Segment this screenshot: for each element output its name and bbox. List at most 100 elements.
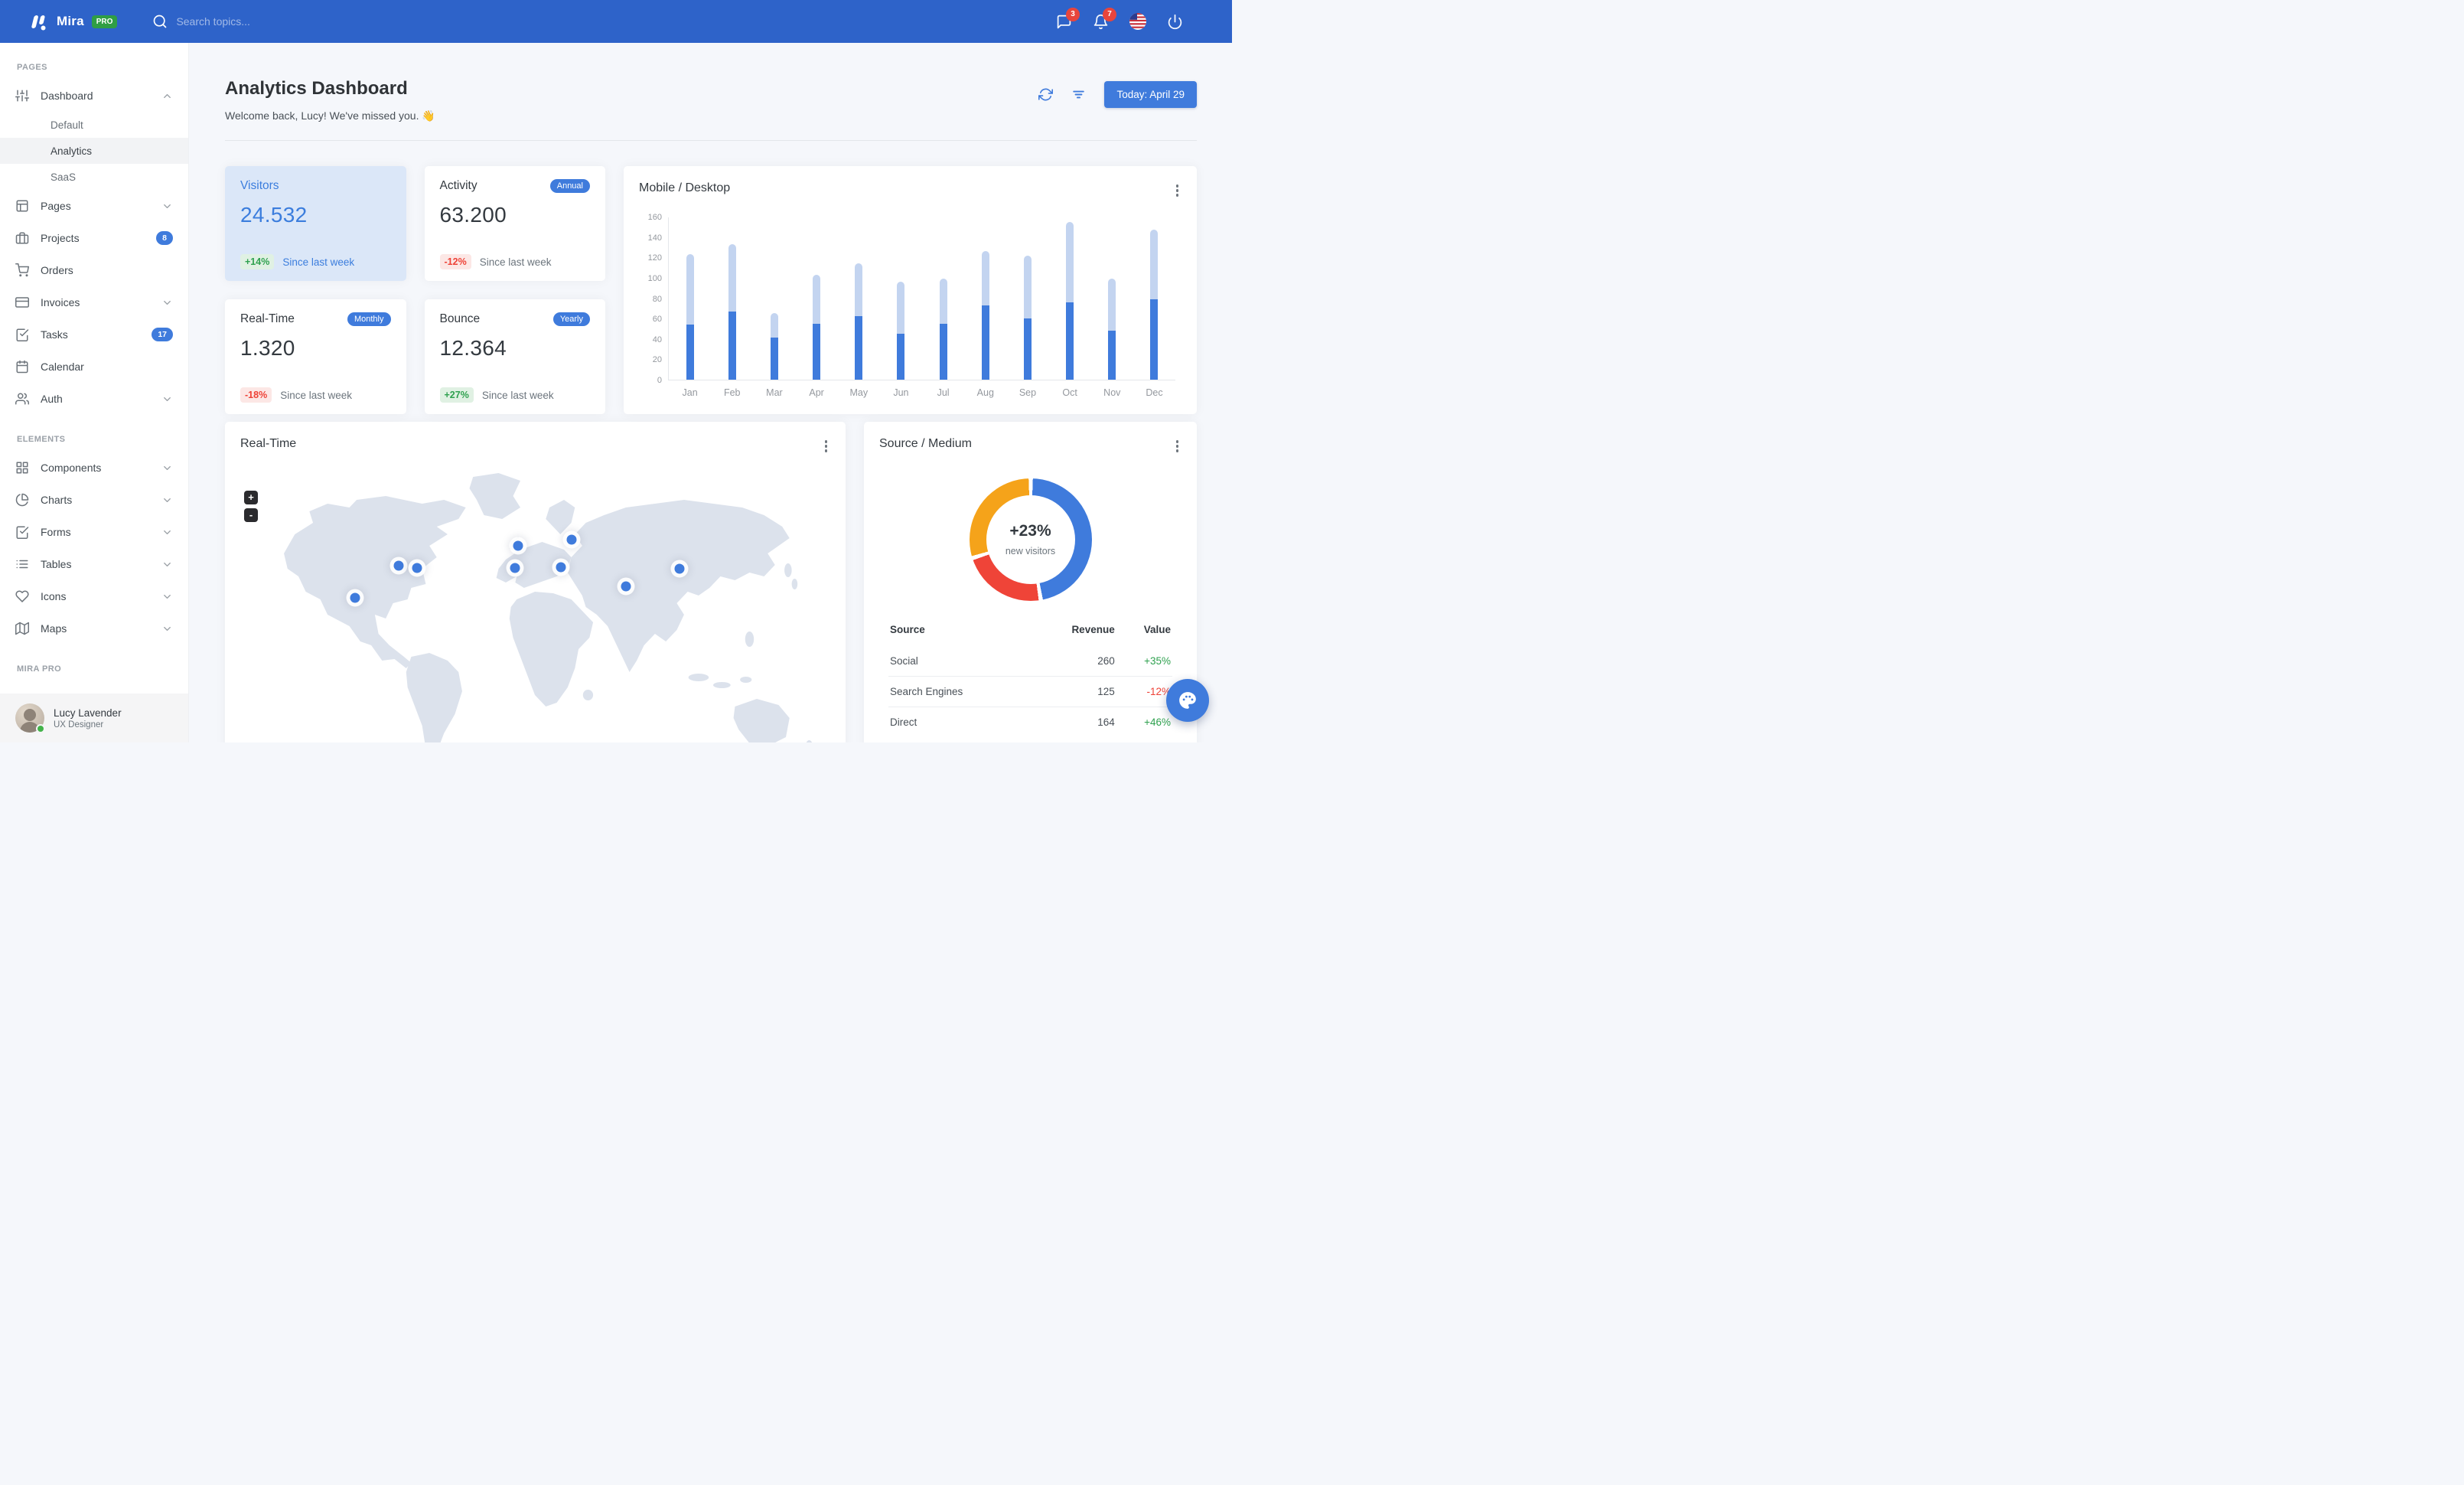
map-marker[interactable]: [393, 560, 404, 570]
layout-icon: [15, 199, 29, 213]
navbar-actions: 3 7: [1056, 7, 1183, 30]
chevron-down-icon: [161, 623, 173, 635]
delta-badge: -18%: [240, 387, 272, 403]
delta-badge: -12%: [439, 254, 471, 269]
sidebar-item-invoices[interactable]: Invoices: [0, 286, 188, 318]
map-zoom-out-button[interactable]: -: [244, 508, 258, 522]
cell-revenue: 125: [1030, 675, 1116, 707]
top-navbar: Mira PRO 3 7: [0, 0, 1232, 43]
theme-settings-button[interactable]: [1166, 679, 1209, 722]
online-status-dot: [36, 724, 45, 733]
mobile-desktop-card: Mobile / Desktop 0 20 40 60 80 100 120 140 160 Ja…: [624, 166, 1197, 414]
stat-note: Since last week: [481, 389, 554, 401]
world-map-svg: [284, 472, 813, 742]
refresh-icon: [1038, 87, 1054, 102]
bar-mar: Mar: [753, 217, 795, 398]
notifications-button[interactable]: 7: [1093, 7, 1116, 30]
date-button[interactable]: Today: April 29: [1104, 81, 1197, 108]
donut-center-value: +23%: [1009, 522, 1051, 540]
sidebar-item-default[interactable]: Default: [0, 112, 188, 138]
sidebar-item-components[interactable]: Components: [0, 452, 188, 484]
briefcase-icon: [15, 231, 29, 245]
mobile-desktop-bar-chart: 0 20 40 60 80 100 120 140 160 Jan Feb Mar Apr May Jun J…: [639, 213, 1181, 402]
bar-nov: Nov: [1091, 217, 1133, 398]
bar-oct: Oct: [1049, 217, 1091, 398]
x-axis-label: Aug: [976, 387, 994, 398]
kebab-menu-icon[interactable]: [1173, 181, 1182, 200]
map-marker[interactable]: [621, 581, 631, 592]
refresh-button[interactable]: [1038, 87, 1054, 102]
map-marker[interactable]: [566, 534, 577, 544]
map-marker[interactable]: [412, 563, 422, 573]
bar-may: May: [838, 217, 880, 398]
sidebar-item-pages[interactable]: Pages: [0, 190, 188, 222]
cart-icon: [15, 263, 29, 277]
sidebar-item-calendar[interactable]: Calendar: [0, 351, 188, 383]
y-axis-tick: 120: [647, 253, 662, 263]
header-divider: [225, 140, 1197, 141]
sidebar-item-dashboard[interactable]: Dashboard: [0, 80, 188, 112]
cell-source: Direct: [888, 706, 1031, 737]
map-marker[interactable]: [674, 563, 685, 573]
chevron-down-icon: [161, 201, 173, 212]
sidebar-item-label: Charts: [41, 494, 73, 506]
table-row: Search Engines 125 -12%: [888, 675, 1172, 707]
sidebar-item-label: Icons: [41, 590, 67, 602]
sidebar-item-tasks[interactable]: Tasks 17: [0, 318, 188, 351]
x-axis-label: Dec: [1146, 387, 1163, 398]
mira-logo-icon: [28, 11, 49, 32]
page-title: Analytics Dashboard: [225, 78, 408, 99]
y-axis-tick: 80: [652, 294, 662, 304]
kebab-menu-icon[interactable]: [1173, 437, 1182, 455]
stat-card-visitors: Visitors 24.532 +14% Since last week: [225, 166, 406, 281]
sidebar-item-label: Projects: [41, 232, 80, 244]
search-icon: [152, 14, 168, 29]
map-marker[interactable]: [556, 562, 566, 572]
map-marker[interactable]: [350, 592, 360, 602]
pie-chart-icon: [15, 493, 29, 507]
sliders-icon: [15, 89, 29, 103]
stat-title: Visitors: [240, 179, 279, 192]
power-icon: [1167, 14, 1183, 30]
power-button[interactable]: [1167, 14, 1183, 30]
sidebar-item-tables[interactable]: Tables: [0, 548, 188, 580]
map-marker[interactable]: [510, 563, 520, 573]
y-axis-tick: 40: [652, 335, 662, 344]
map-marker[interactable]: [513, 540, 523, 550]
sidebar-item-saas[interactable]: SaaS: [0, 164, 188, 190]
stat-card-activity: Activity Annual 63.200 -12% Since last week: [424, 166, 605, 281]
stat-value: 12.364: [439, 336, 507, 360]
chevron-down-icon: [161, 591, 173, 602]
sidebar-user[interactable]: Lucy Lavender UX Designer: [0, 694, 188, 742]
bar-sep: Sep: [1006, 217, 1048, 398]
sidebar-item-charts[interactable]: Charts: [0, 484, 188, 516]
donut-title: Source / Medium: [879, 437, 972, 450]
search-input[interactable]: [176, 15, 353, 28]
sidebar-item-icons[interactable]: Icons: [0, 580, 188, 612]
delta-badge: +14%: [240, 254, 275, 269]
bar-feb: Feb: [711, 217, 753, 398]
language-flag-button[interactable]: [1129, 13, 1146, 30]
filter-button[interactable]: [1071, 87, 1086, 102]
chart-title: Mobile / Desktop: [639, 181, 731, 194]
messages-button[interactable]: 3: [1056, 7, 1080, 30]
palette-icon: [1178, 690, 1198, 710]
stat-note: Since last week: [282, 256, 355, 268]
avatar: [15, 703, 45, 733]
period-chip: Yearly: [552, 312, 590, 326]
sidebar-item-label: Dashboard: [41, 90, 93, 102]
sidebar-item-analytics[interactable]: Analytics: [0, 138, 188, 164]
kebab-menu-icon[interactable]: [822, 437, 831, 455]
sidebar-item-label: Auth: [41, 393, 63, 405]
sidebar-item-orders[interactable]: Orders: [0, 254, 188, 286]
sidebar-item-forms[interactable]: Forms: [0, 516, 188, 548]
sidebar-item-maps[interactable]: Maps: [0, 612, 188, 645]
bar-jun: Jun: [880, 217, 922, 398]
brand[interactable]: Mira PRO: [28, 11, 118, 32]
world-map[interactable]: + -: [240, 462, 830, 742]
sidebar-item-auth[interactable]: Auth: [0, 383, 188, 415]
map-zoom-in-button[interactable]: +: [244, 490, 258, 504]
period-chip: Annual: [549, 179, 590, 193]
us-flag-icon: [1129, 13, 1146, 30]
sidebar-item-projects[interactable]: Projects 8: [0, 222, 188, 254]
